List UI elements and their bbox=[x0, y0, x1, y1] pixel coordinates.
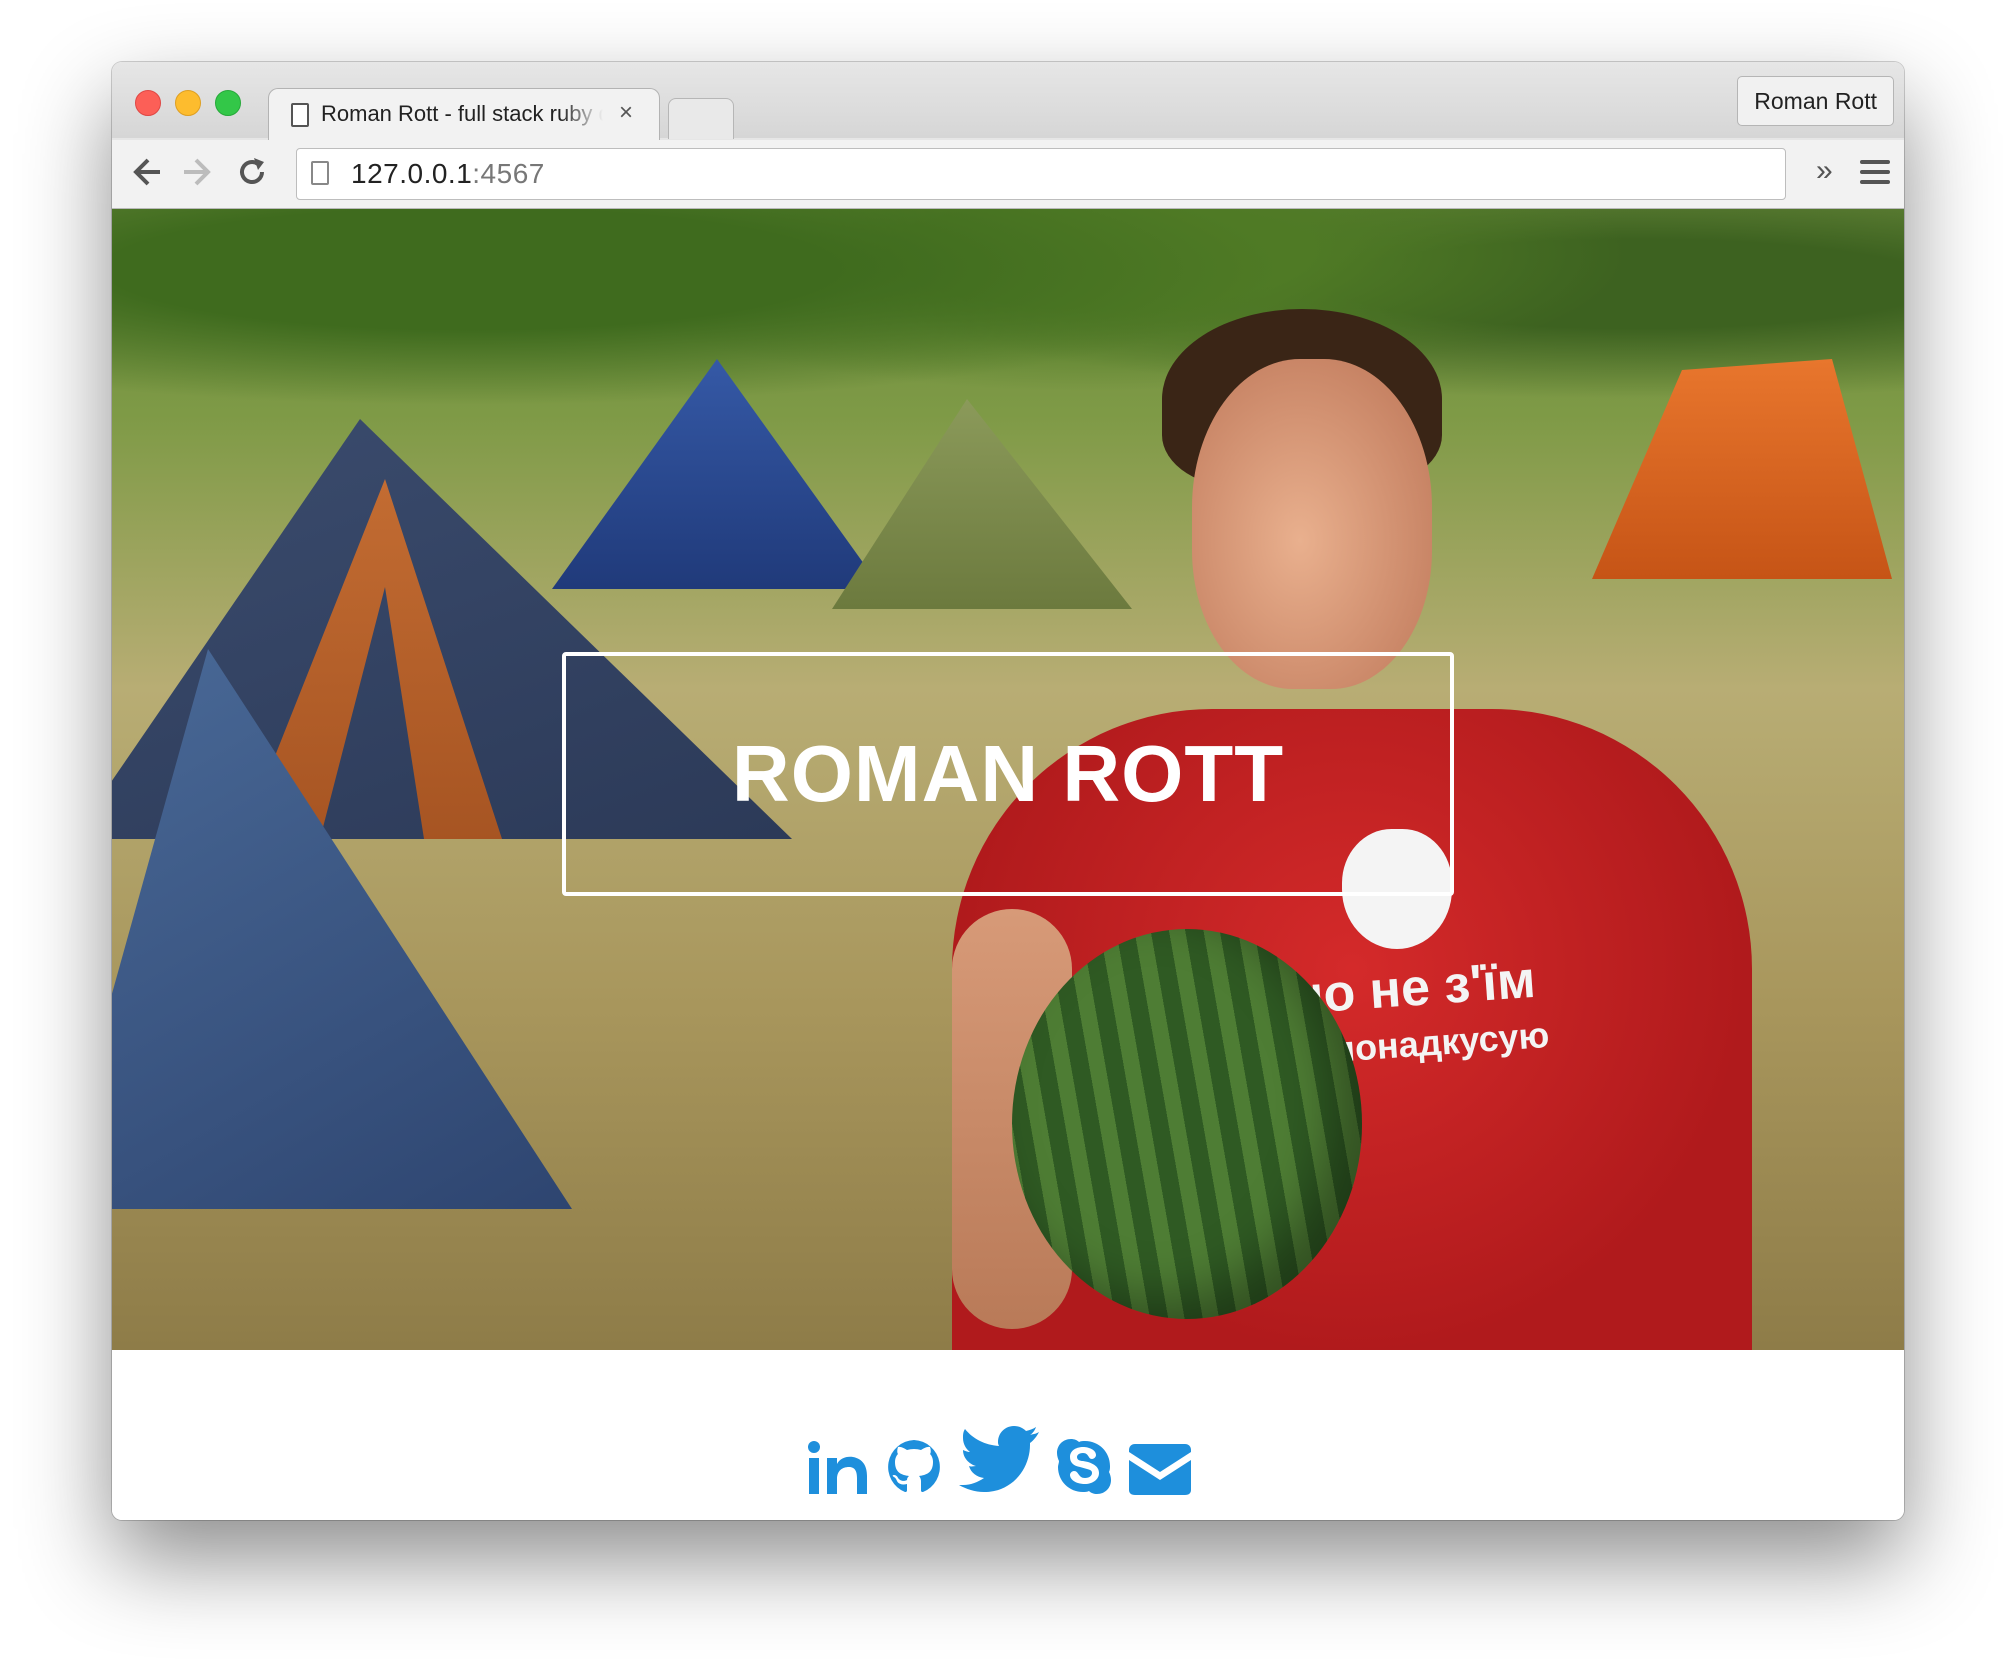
footer bbox=[112, 1350, 1904, 1520]
page-title: ROMAN ROTT bbox=[731, 729, 1285, 818]
watermelon bbox=[1012, 929, 1362, 1319]
social-links bbox=[807, 1416, 1193, 1496]
twitter-icon[interactable] bbox=[957, 1424, 1041, 1496]
zoom-window-button[interactable] bbox=[215, 90, 241, 116]
url-port: :4567 bbox=[472, 158, 545, 189]
tab-close-icon[interactable]: × bbox=[619, 99, 633, 127]
address-bar[interactable]: 127.0.0.1:4567 ⚡ ☆ bbox=[296, 148, 1786, 200]
face bbox=[1192, 359, 1432, 689]
url-host: 127.0.0.1 bbox=[351, 158, 473, 189]
page-icon bbox=[291, 103, 309, 127]
linkedin-icon[interactable] bbox=[807, 1440, 871, 1496]
page-icon bbox=[311, 161, 329, 185]
reload-icon[interactable] bbox=[232, 154, 272, 194]
title-frame: ROMAN ROTT bbox=[562, 652, 1454, 896]
github-icon[interactable] bbox=[885, 1438, 943, 1496]
new-tab-button[interactable] bbox=[668, 98, 734, 139]
browser-chrome: Roman Rott - full stack ruby developer ×… bbox=[112, 62, 1904, 209]
skype-icon[interactable] bbox=[1055, 1438, 1113, 1496]
url-text[interactable]: 127.0.0.1:4567 bbox=[351, 158, 545, 190]
tab-strip: Roman Rott - full stack ruby developer ×… bbox=[112, 62, 1904, 141]
back-arrow-icon[interactable] bbox=[126, 154, 166, 194]
extensions-overflow-icon[interactable]: » bbox=[1816, 154, 1833, 188]
hero-photo: що не з'їм то понадкусую ROMAN ROTT bbox=[112, 209, 1904, 1350]
minimize-window-button[interactable] bbox=[175, 90, 201, 116]
forward-arrow-icon[interactable] bbox=[178, 154, 218, 194]
email-icon[interactable] bbox=[1127, 1442, 1193, 1496]
browser-window: Roman Rott - full stack ruby developer ×… bbox=[112, 62, 1904, 1520]
profile-button[interactable]: Roman Rott bbox=[1737, 76, 1894, 126]
menu-icon[interactable] bbox=[1860, 160, 1890, 190]
tab-title: Roman Rott - full stack ruby developer bbox=[321, 101, 603, 126]
close-window-button[interactable] bbox=[135, 90, 161, 116]
tab-active[interactable]: Roman Rott - full stack ruby developer × bbox=[268, 88, 660, 141]
toolbar: 127.0.0.1:4567 ⚡ ☆ » bbox=[112, 140, 1904, 208]
